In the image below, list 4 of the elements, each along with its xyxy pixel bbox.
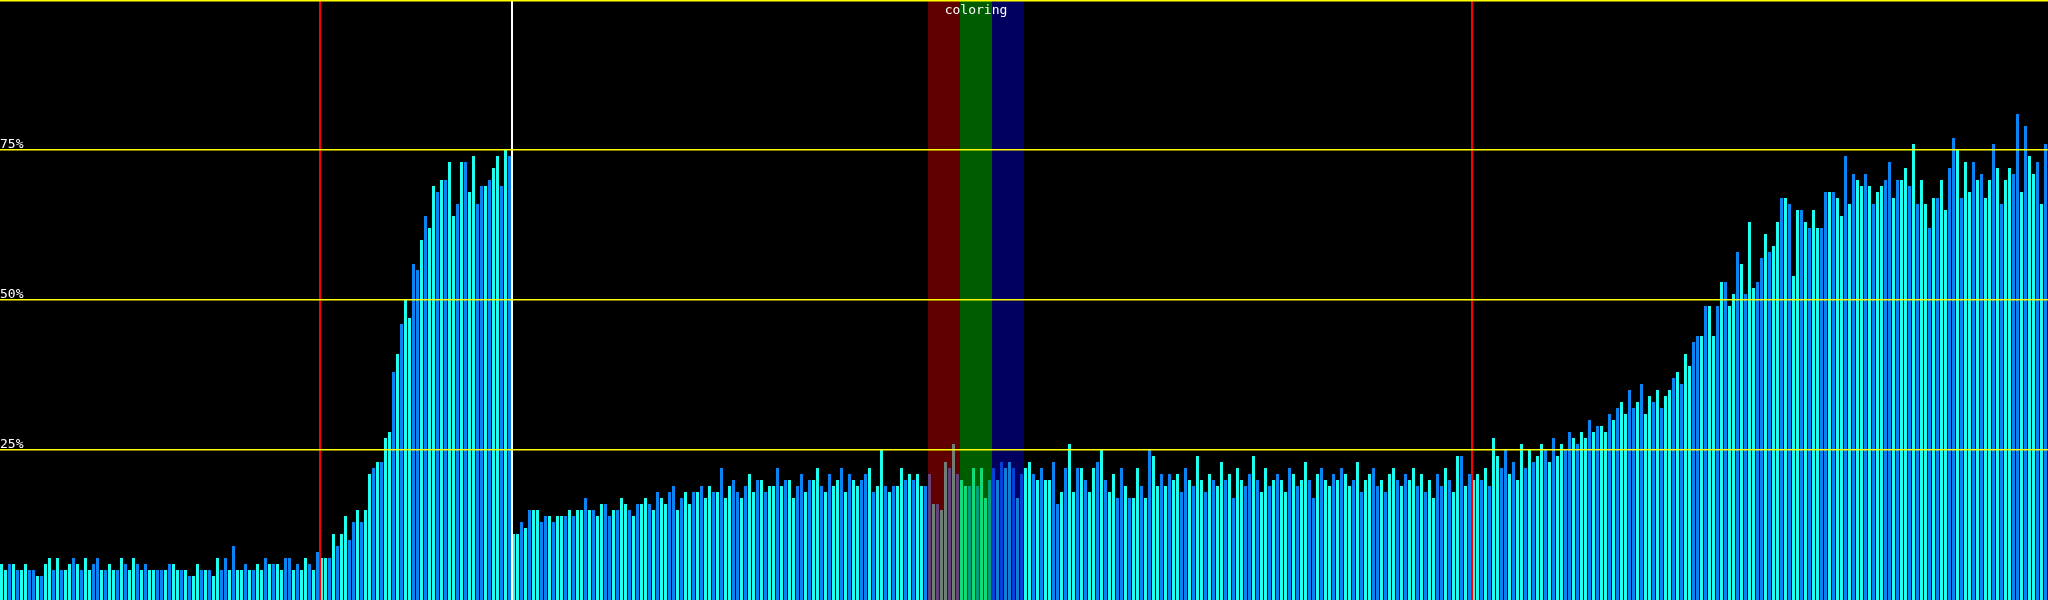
band-label: coloring bbox=[944, 2, 1008, 17]
axis-label: 50% bbox=[0, 286, 24, 301]
axis-label: 25% bbox=[0, 436, 24, 451]
axis-label: 75% bbox=[0, 136, 24, 151]
